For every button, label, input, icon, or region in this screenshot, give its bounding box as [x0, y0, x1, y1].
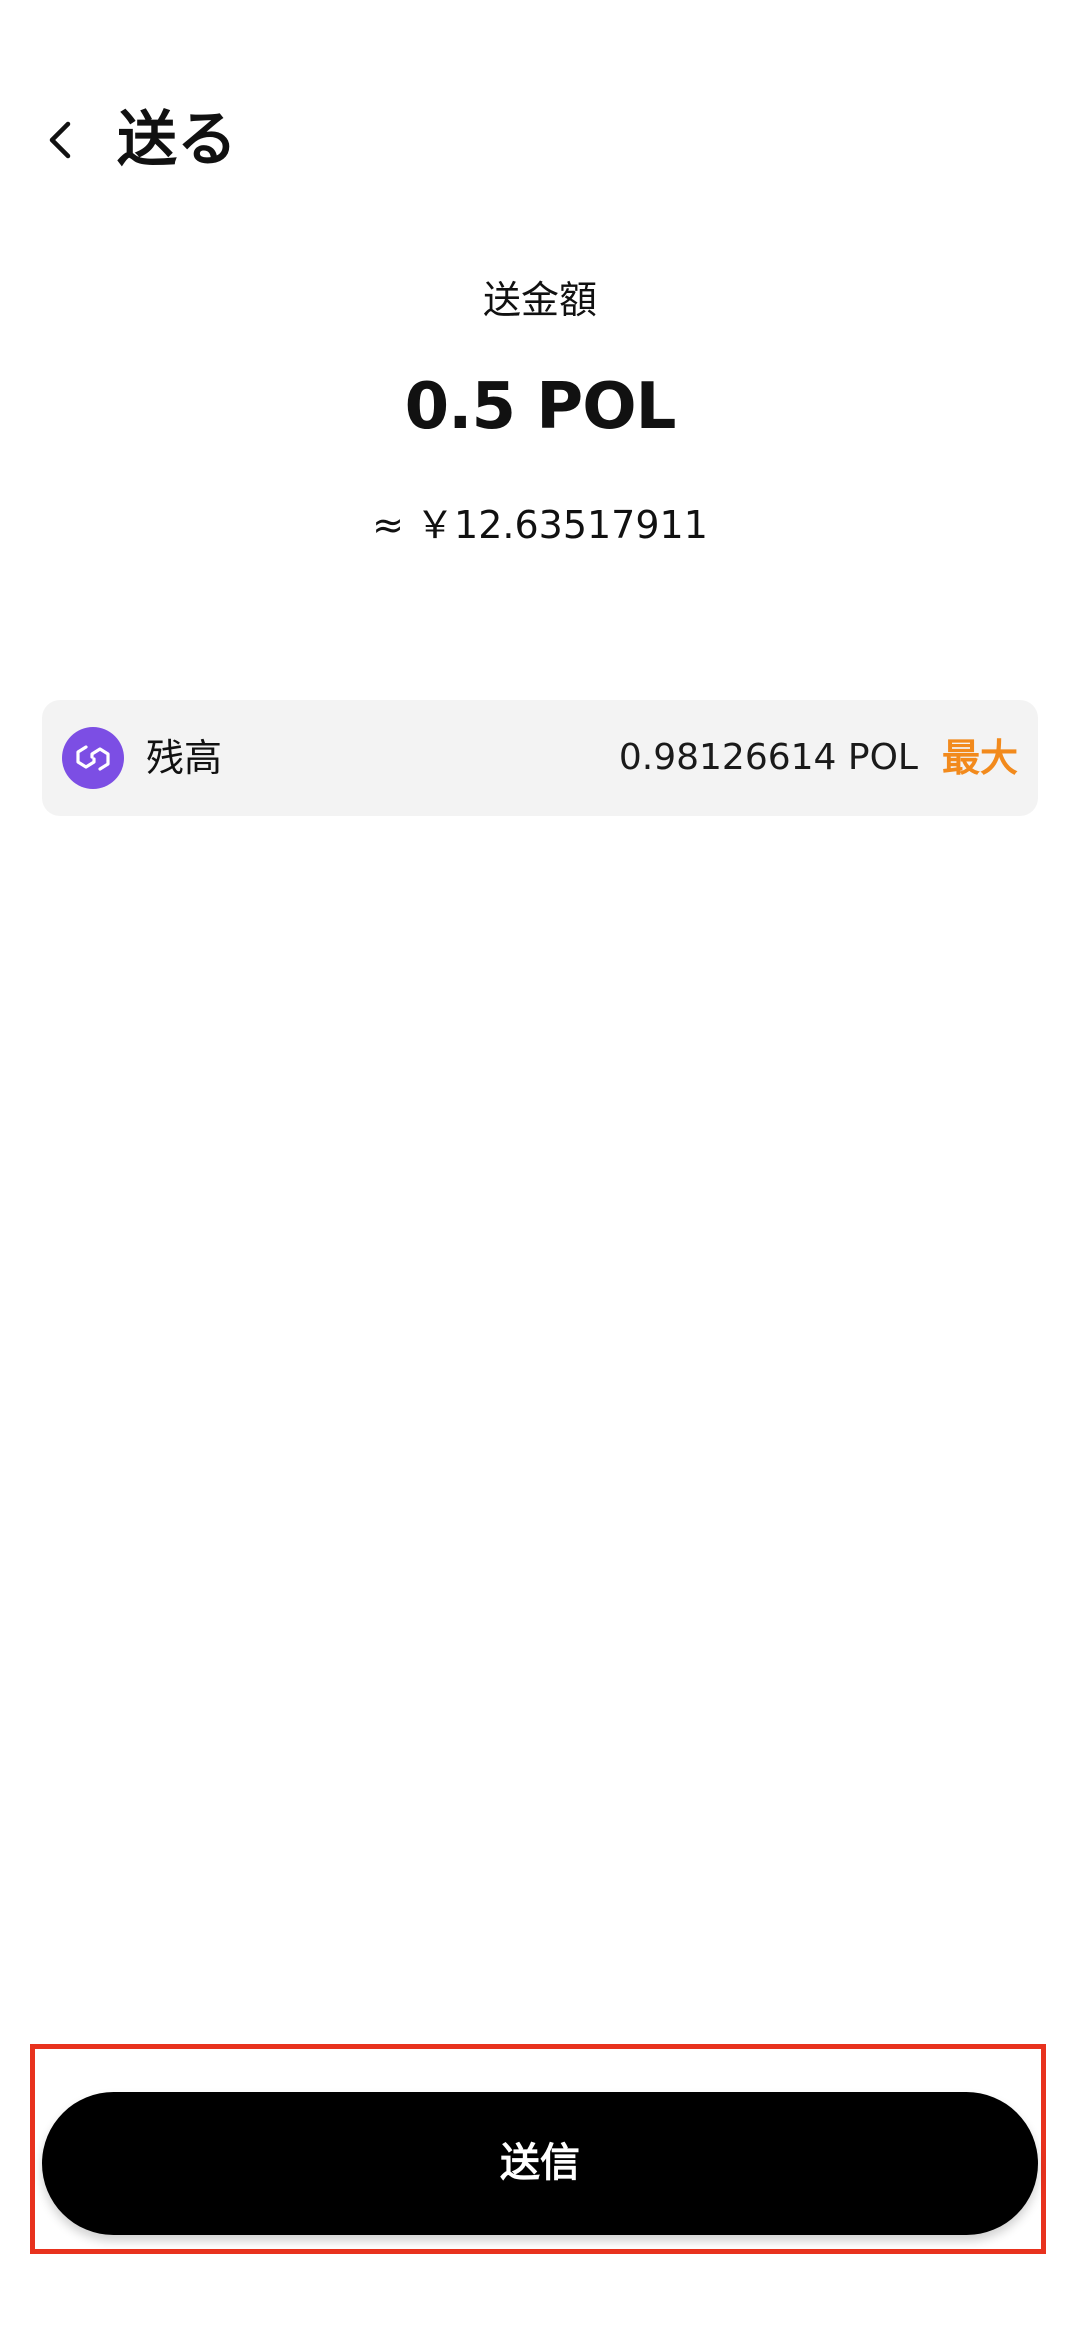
balance-label: 残高	[146, 736, 223, 780]
page-title: 送る	[117, 105, 237, 175]
send-screen: 送る 送金額 0.5 POL ≈ ￥12.63517911 残高 0.98126…	[0, 0, 1080, 2340]
polygon-icon	[62, 727, 124, 789]
balance-amount: 0.98126614 POL	[618, 737, 918, 778]
back-button[interactable]	[40, 112, 80, 168]
chevron-left-icon	[49, 121, 71, 159]
max-button[interactable]: 最大	[942, 728, 1018, 788]
balance-card: 残高 0.98126614 POL 最大	[42, 700, 1038, 816]
amount-value: 0.5 POL	[404, 370, 677, 444]
send-button[interactable]: 送信	[42, 2092, 1038, 2235]
amount-label: 送金額	[482, 278, 597, 322]
fiat-equivalent: ≈ ￥12.63517911	[372, 503, 708, 547]
header: 送る	[0, 90, 1080, 190]
